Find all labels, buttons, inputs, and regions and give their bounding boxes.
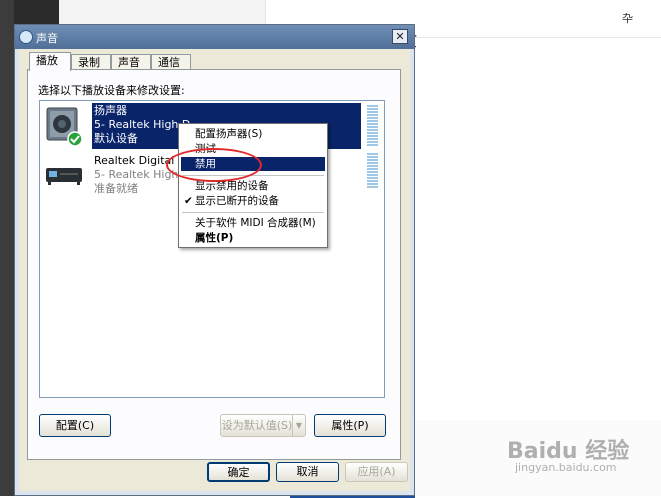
instruction-text: 选择以下播放设备来修改设置: [38, 84, 185, 97]
menu-separator [182, 212, 324, 213]
tab-recording[interactable]: 录制 [71, 54, 111, 70]
watermark: Baidu 经验 jingyan.baidu.com [507, 433, 629, 474]
dialog-client: 播放 录制 声音 通信 选择以下播放设备来修改设置: 扬声器 5- Realte… [19, 49, 410, 491]
volume-meter [367, 153, 378, 189]
set-default-label: 设为默认值(S) [221, 419, 293, 432]
menu-item-label: 显示已断开的设备 [195, 195, 279, 207]
background-corner-text: 卆 [622, 12, 633, 25]
cancel-button[interactable]: 取消 [276, 462, 339, 482]
speaker-icon [46, 107, 83, 146]
ok-button[interactable]: 确定 [207, 462, 270, 482]
menu-item-label: 关于软件 MIDI 合成器(M) [195, 217, 316, 229]
device-status: 默认设备 [94, 132, 138, 145]
apply-button[interactable]: 应用(A) [345, 462, 408, 482]
chevron-down-icon[interactable]: ▼ [292, 415, 305, 436]
menu-item-label: 属性(P) [195, 232, 234, 244]
digital-output-icon [46, 168, 82, 185]
device-driver: 5- Realtek High D [94, 118, 191, 131]
menu-item-configure-speakers[interactable]: 配置扬声器(S) [181, 127, 325, 141]
sound-app-icon [19, 30, 33, 44]
sound-dialog: 声音 ✕ 播放 录制 声音 通信 选择以下播放设备来修改设置: 扬声器 5- R… [14, 24, 415, 496]
device-name: 扬声器 [94, 104, 127, 117]
configure-button[interactable]: 配置(C) [39, 414, 111, 437]
properties-button[interactable]: 属性(P) [314, 414, 386, 437]
menu-item-midi-synth[interactable]: 关于软件 MIDI 合成器(M) [181, 216, 325, 230]
menu-item-properties[interactable]: 属性(P) [181, 231, 325, 245]
tab-playback[interactable]: 播放 [29, 52, 71, 71]
device-status: 准备就绪 [94, 182, 138, 195]
check-icon: ✔ [184, 195, 193, 207]
menu-item-label: 配置扬声器(S) [195, 128, 263, 140]
context-menu: 配置扬声器(S) 测试 禁用 显示禁用的设备 ✔ 显示已断开的设备 关于软件 MI… [178, 123, 328, 248]
dialog-title: 声音 [36, 32, 58, 45]
close-button[interactable]: ✕ [392, 29, 408, 44]
red-annotation-circle [166, 148, 262, 182]
dialog-titlebar[interactable]: 声音 ✕ [15, 25, 414, 49]
set-default-button[interactable]: 设为默认值(S) ▼ [220, 414, 306, 437]
background-edge [0, 0, 14, 496]
volume-meter [367, 105, 378, 147]
watermark-url: jingyan.baidu.com [515, 461, 617, 474]
menu-item-show-disconnected[interactable]: ✔ 显示已断开的设备 [181, 194, 325, 208]
tab-sounds[interactable]: 声音 [111, 54, 151, 70]
tab-communications[interactable]: 通信 [151, 54, 191, 70]
